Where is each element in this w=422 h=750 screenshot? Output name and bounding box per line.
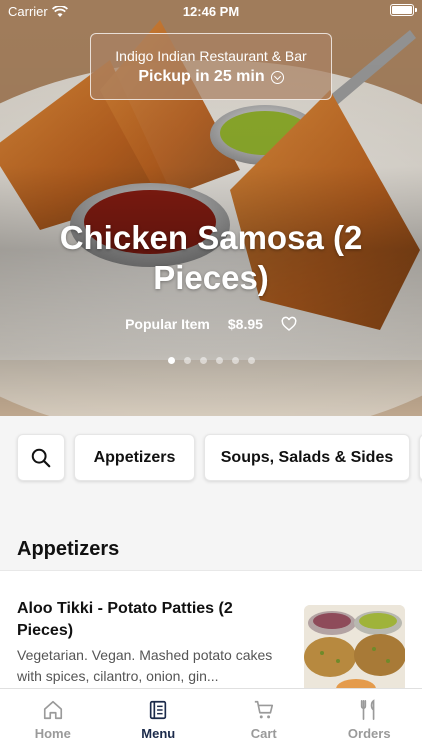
hero-banner[interactable]: Carrier 12:46 PM Indigo Indian Restauran… [0,0,422,416]
utensils-icon [361,699,375,720]
category-chip-appetizers[interactable]: Appetizers [74,434,195,481]
pickup-banner[interactable]: Indigo Indian Restaurant & Bar Pickup in… [90,33,332,100]
tab-menu[interactable]: Menu [106,689,212,750]
featured-item-title[interactable]: Chicken Samosa (2 Pieces) [20,218,402,298]
heart-icon[interactable] [281,316,297,332]
section-header: Appetizers [0,498,422,570]
carousel-dot[interactable] [199,357,207,364]
featured-item-meta: Popular Item $8.95 [0,316,422,332]
carousel-dot[interactable] [231,357,239,364]
tab-orders-label: Orders [347,726,391,741]
tab-cart-label: Cart [250,726,277,741]
tab-home-label: Home [34,726,71,741]
carousel-dot[interactable] [167,357,175,364]
carousel-dot[interactable] [215,357,223,364]
carousel-dot[interactable] [247,357,255,364]
search-icon [31,448,51,467]
popular-badge: Popular Item [125,316,210,332]
tab-bar[interactable]: Home Menu Cart Orders [0,688,422,750]
menu-item-card[interactable]: Aloo Tikki - Potato Patties (2 Pieces) V… [0,570,422,695]
home-icon [43,700,62,720]
menu-item-image [304,605,405,695]
battery-icon [390,4,417,16]
menu-item-name: Aloo Tikki - Potato Patties (2 Pieces) [17,600,233,639]
cart-icon [254,700,273,719]
tab-home[interactable]: Home [0,689,106,750]
section-title: Appetizers [17,538,120,560]
menu-book-icon [150,700,167,720]
pickup-time-row[interactable]: Pickup in 25 min [91,68,331,86]
menu-item-description: Vegetarian. Vegan. Mashed potato cakes w… [17,647,273,684]
restaurant-name: Indigo Indian Restaurant & Bar [115,48,307,64]
tab-menu-label: Menu [141,726,176,741]
category-bar[interactable]: Appetizers Soups, Salads & Sides [0,416,422,498]
search-button[interactable] [17,434,65,481]
carousel-dots[interactable] [0,357,422,364]
chevron-down-circle-icon [270,70,284,84]
featured-item-price: $8.95 [227,316,263,332]
tab-orders[interactable]: Orders [317,689,422,750]
tab-cart[interactable]: Cart [211,689,317,750]
status-time: 12:46 PM [182,4,240,19]
status-bar: Carrier 12:46 PM [0,0,422,24]
category-chip-soups-salads-sides[interactable]: Soups, Salads & Sides [204,434,410,481]
pickup-time: Pickup in 25 min [138,68,265,85]
carousel-dot[interactable] [183,357,191,364]
